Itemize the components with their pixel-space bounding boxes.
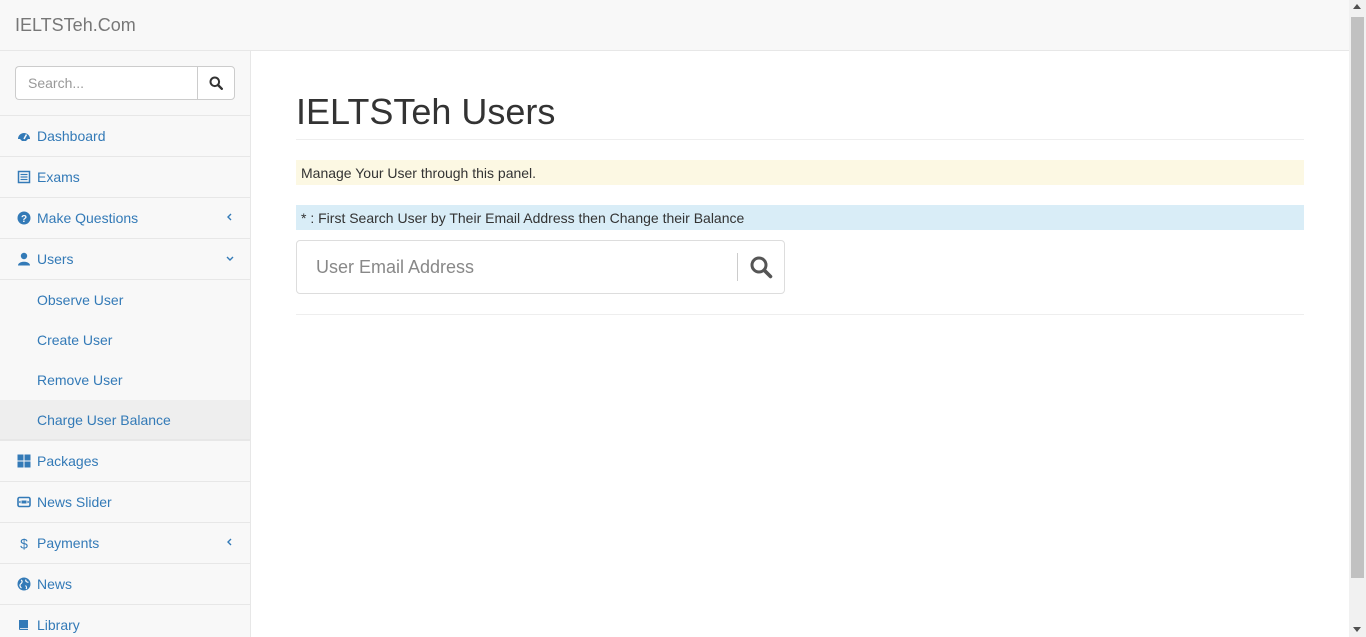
page-title: IELTSTeh Users [296,91,556,132]
sidebar-item-payments[interactable]: $ Payments [0,523,250,564]
main-content: IELTSTeh Users Manage Your User through … [251,51,1349,637]
sidebar-item-label: Exams [37,169,80,185]
slider-icon [17,495,31,509]
sidebar-item-label: News [37,576,73,592]
users-submenu: Observe User Create User Remove User Cha… [0,280,250,441]
sidebar: Dashboard Exams ? Make Questions Users O… [0,51,251,637]
submenu-item-create-user[interactable]: Create User [0,320,250,360]
scroll-thumb[interactable] [1351,17,1364,578]
search-icon [750,256,773,279]
scroll-up-arrow-icon[interactable] [1353,4,1361,9]
sidebar-item-label: Make Questions [37,210,139,226]
sidebar-item-label: Dashboard [37,128,106,144]
dollar-icon: $ [17,536,31,550]
sidebar-search [0,51,250,116]
sidebar-search-group [15,66,235,100]
submenu-item-charge-user-balance[interactable]: Charge User Balance [0,400,250,440]
sidebar-item-make-questions[interactable]: ? Make Questions [0,198,250,239]
sidebar-item-library[interactable]: Library [0,605,250,637]
email-search-box [296,240,785,294]
user-icon [17,252,31,266]
sidebar-item-label: Library [37,617,80,633]
sidebar-item-exams[interactable]: Exams [0,157,250,198]
sidebar-item-users[interactable]: Users [0,239,250,280]
chevron-left-icon [227,538,232,546]
svg-text:$: $ [20,536,28,550]
sidebar-item-news-slider[interactable]: News Slider [0,482,250,523]
question-circle-icon: ? [17,211,31,225]
search-icon [209,76,223,90]
sidebar-item-label: Users [37,251,74,267]
svg-text:?: ? [21,214,27,225]
chevron-down-icon [226,256,234,261]
list-icon [17,170,31,184]
sidebar-item-label: News Slider [37,494,112,510]
divider [296,314,1304,315]
grid-icon [17,454,31,468]
brand-link[interactable]: IELTSTeh.Com [15,15,136,36]
dashboard-icon [17,129,31,143]
submenu-item-observe-user[interactable]: Observe User [0,280,250,320]
sidebar-item-dashboard[interactable]: Dashboard [0,116,250,157]
info-alert: * : First Search User by Their Email Add… [296,205,1304,230]
top-navbar: IELTSTeh.Com [0,0,1349,51]
sidebar-item-label: Packages [37,453,99,469]
sidebar-search-button[interactable] [197,66,235,100]
sidebar-search-input[interactable] [15,66,197,100]
sidebar-item-news[interactable]: News [0,564,250,605]
scroll-down-arrow-icon[interactable] [1353,627,1361,632]
user-email-input[interactable] [297,241,737,293]
submenu-item-remove-user[interactable]: Remove User [0,360,250,400]
sidebar-item-label: Payments [37,535,100,551]
vertical-scrollbar[interactable] [1349,0,1366,637]
sidebar-item-packages[interactable]: Packages [0,441,250,482]
chevron-left-icon [227,213,232,221]
book-icon [17,618,31,632]
email-search-button[interactable] [738,241,784,293]
warning-alert: Manage Your User through this panel. [296,160,1304,185]
divider [296,139,1304,140]
globe-icon [17,577,31,591]
